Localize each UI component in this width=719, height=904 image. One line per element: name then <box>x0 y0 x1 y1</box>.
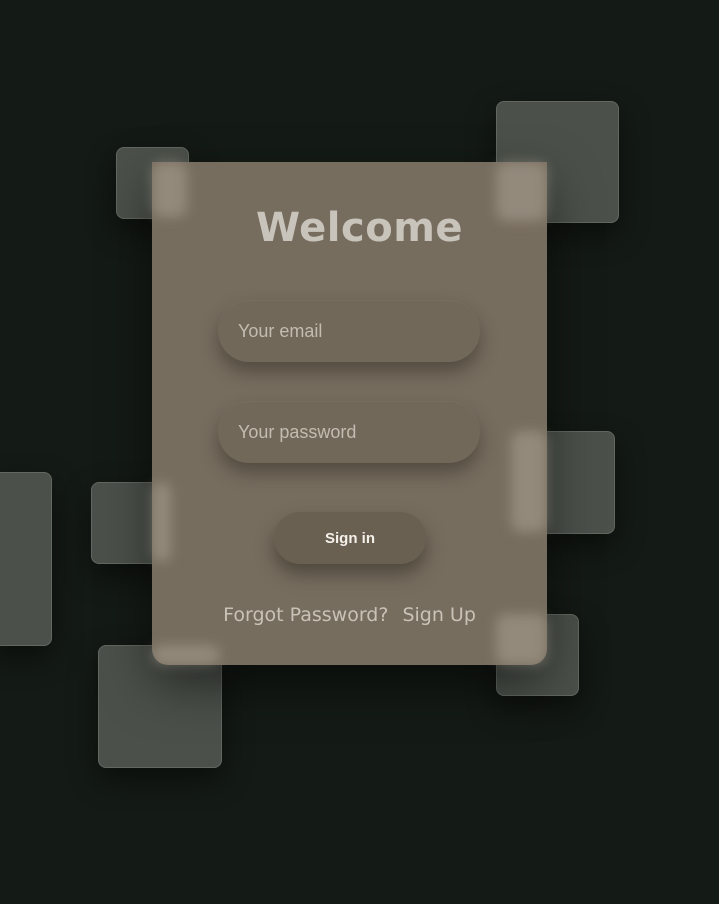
glass-highlight <box>511 431 547 532</box>
auth-links: Forgot Password? Sign Up <box>152 604 547 626</box>
sign-up-link[interactable]: Sign Up <box>402 604 475 626</box>
forgot-password-link[interactable]: Forgot Password? <box>223 604 388 626</box>
email-field-wrapper <box>218 300 480 362</box>
glass-highlight <box>152 645 220 665</box>
password-field[interactable] <box>218 401 480 463</box>
page-title: Welcome <box>255 205 464 251</box>
email-field[interactable] <box>218 300 480 362</box>
login-screen: Welcome Sign in Forgot Password? Sign Up <box>0 0 719 904</box>
sign-in-button[interactable]: Sign in <box>274 512 426 564</box>
decorative-square <box>0 472 52 646</box>
password-field-wrapper <box>218 401 480 463</box>
glass-highlight <box>152 482 171 562</box>
